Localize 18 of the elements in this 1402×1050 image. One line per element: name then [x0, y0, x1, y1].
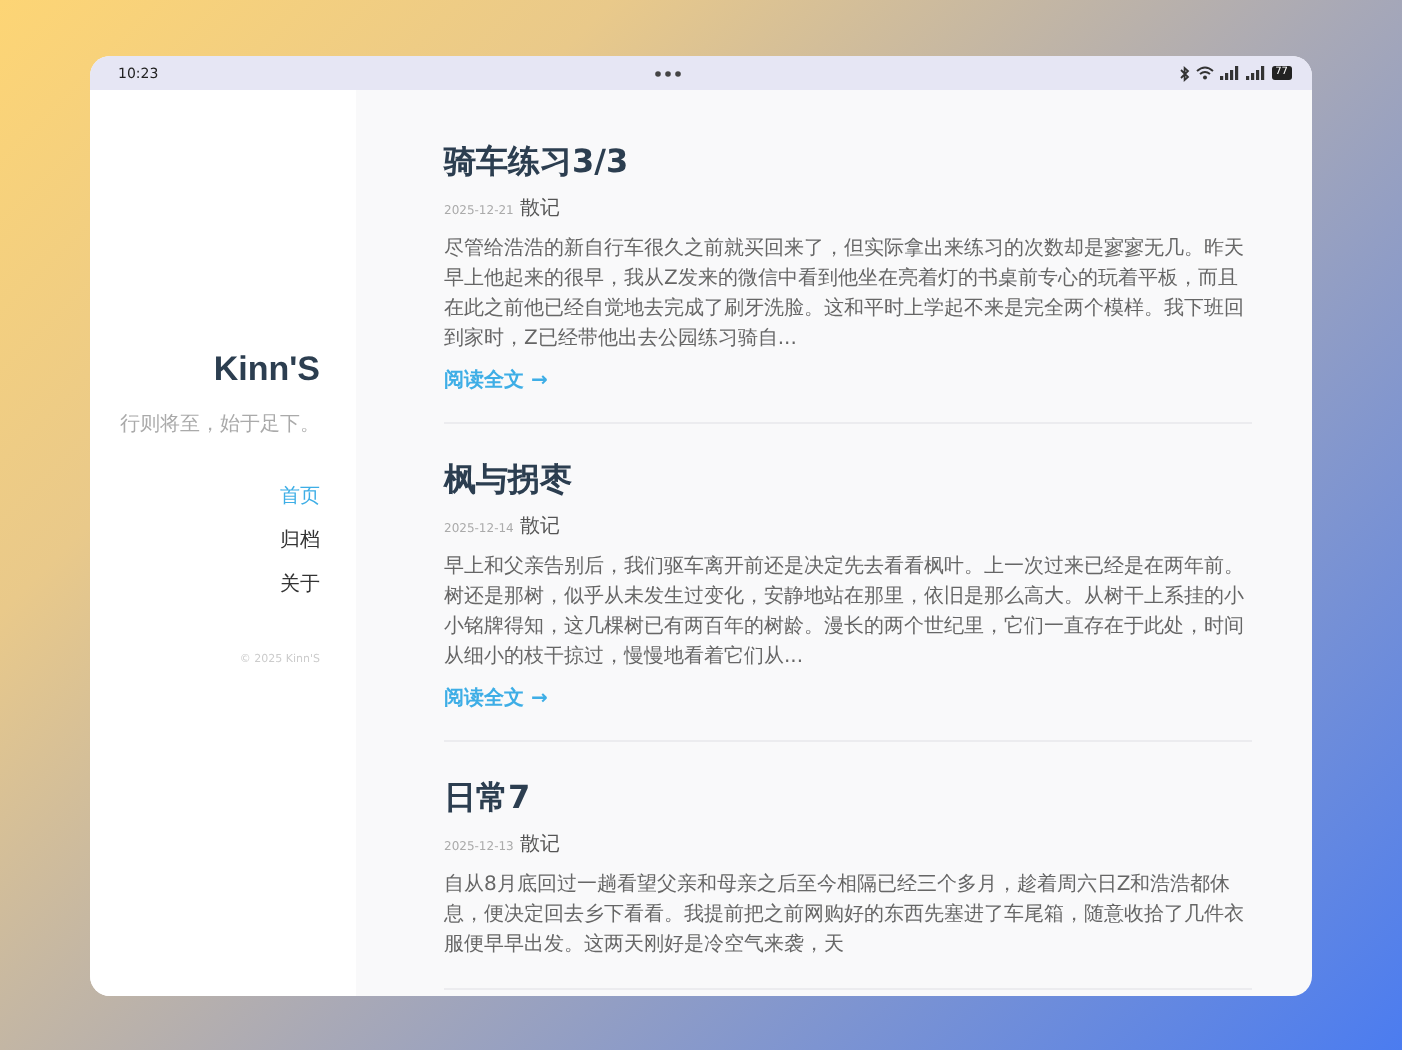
- signal-icon: [1219, 66, 1240, 80]
- site-subtitle: 行则将至，始于足下。: [120, 412, 320, 438]
- post-category[interactable]: 散记: [519, 830, 560, 858]
- post-title[interactable]: 枫与拐枣: [444, 460, 1252, 502]
- site-title[interactable]: Kinn'S: [213, 350, 320, 390]
- post-title[interactable]: 骑车练习3/3: [444, 142, 1252, 184]
- bluetooth-icon: [1179, 65, 1190, 81]
- nav-link[interactable]: 归档: [280, 526, 320, 554]
- post-excerpt: 自从8月底回过一趟看望父亲和母亲之后至今相隔已经三个多月，趁着周六日Z和浩浩都休息，便决定回去乡下看看。我提前把之前网购好的东西先塞进了车尾箱，随意收拾了几件衣服便早早出发。这两天刚好是冷空气来袭，天: [444, 871, 1246, 960]
- signal-icon: [1245, 66, 1266, 80]
- more-icon[interactable]: [654, 69, 683, 77]
- wifi-icon: [1195, 66, 1214, 80]
- post-category[interactable]: 散记: [519, 194, 560, 222]
- post-category[interactable]: 散记: [519, 512, 560, 540]
- nav-link[interactable]: 关于: [280, 570, 320, 598]
- post-title[interactable]: 日常7: [444, 778, 1252, 820]
- post-excerpt: 早上和父亲告别后，我们驱车离开前还是决定先去看看枫叶。上一次过来已经是在两年前。树还是那树，似乎从未发生过变化，安静地站在那里，依旧是那么高大。从树干上系挂的小小铭牌得知，这几棵树已有两百年的树龄。漫长的两个世纪里，它们一直存在于此处，时间从细小的枝干掠过，慢慢地看着它们从...: [444, 553, 1246, 672]
- post-excerpt: 尽管给浩浩的新自行车很久之前就买回来了，但实际拿出来练习的次数却是寥寥无几。昨天早上他起来的很早，我从Z发来的微信中看到他坐在亮着灯的书桌前专心的玩着平板，而且在此之前他已经自觉地去完成了刷牙洗脸。这和平时上学起不来是完全两个模样。我下班回到家时，Z已经带他出去公园练习骑自...: [444, 235, 1246, 354]
